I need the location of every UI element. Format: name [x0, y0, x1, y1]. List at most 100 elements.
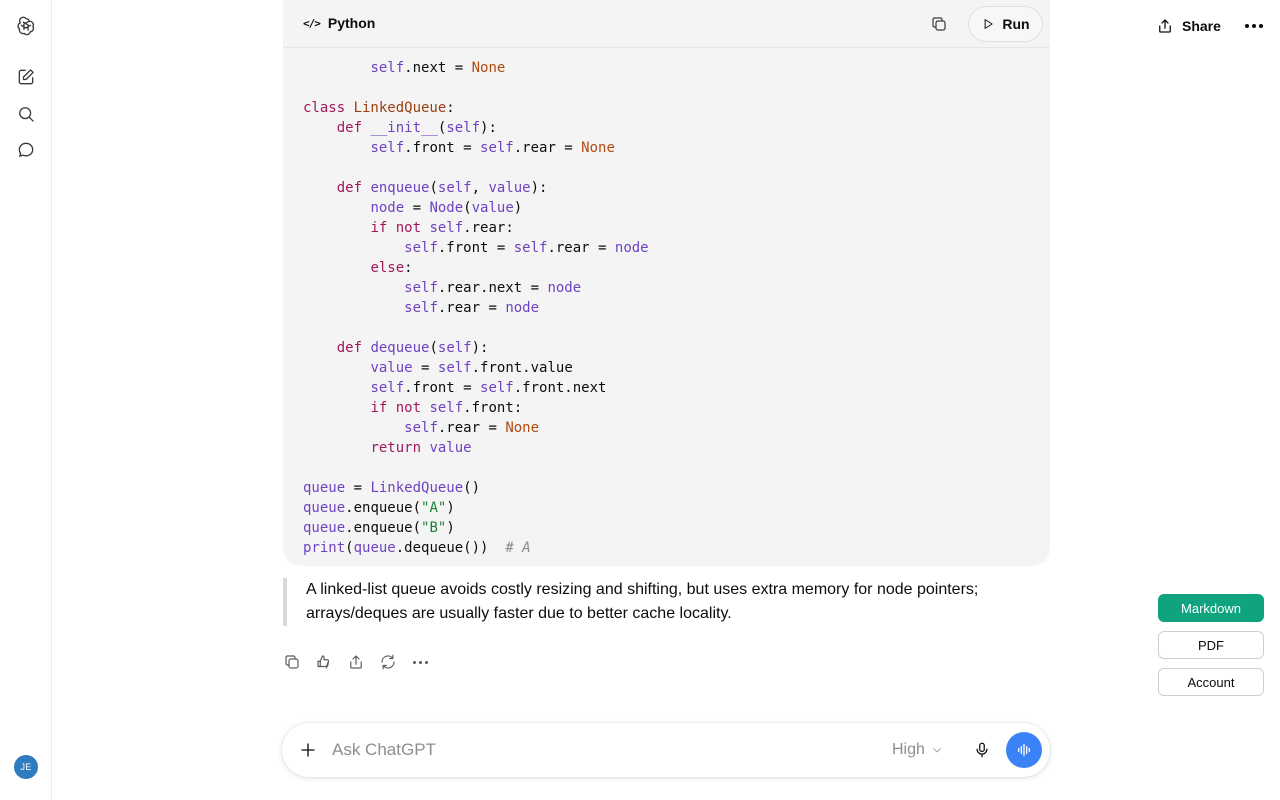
code-token: ):	[530, 180, 548, 196]
code-token: .front =	[437, 240, 514, 256]
code-token: (	[429, 340, 438, 356]
code-line: self.rear.next = node	[303, 278, 1043, 298]
code-token: self	[437, 180, 472, 196]
ellipsis-icon	[412, 660, 428, 664]
chats-icon[interactable]	[14, 138, 38, 162]
code-line: self.front = self.rear = None	[303, 138, 1043, 158]
code-line: if not self.front:	[303, 398, 1043, 418]
share-icon	[350, 655, 362, 669]
code-token: =	[412, 360, 438, 376]
code-content: self.next = None class LinkedQueue: def _…	[303, 38, 1043, 558]
copy-code-button[interactable]	[927, 12, 951, 36]
code-token: :	[404, 260, 413, 276]
code-token: .next	[404, 60, 455, 76]
code-token: (	[463, 200, 472, 216]
code-token: LinkedQueue	[370, 480, 464, 496]
new-chat-icon[interactable]	[14, 65, 38, 89]
composer: High	[282, 723, 1050, 777]
code-line: self.next = None	[303, 58, 1043, 78]
code-block-header: </> Python Run	[283, 0, 1050, 48]
code-token: value	[488, 180, 531, 196]
share-response-button[interactable]	[346, 652, 366, 672]
add-attachment-button[interactable]	[296, 738, 320, 762]
code-line: self.front = self.front.next	[303, 378, 1043, 398]
prompt-input[interactable]	[332, 738, 852, 762]
code-token: ,	[471, 180, 489, 196]
code-line: def __init__(self):	[303, 118, 1043, 138]
code-token: LinkedQueue	[353, 100, 447, 116]
play-icon	[984, 19, 993, 29]
code-line: class LinkedQueue:	[303, 98, 1043, 118]
copy-icon	[932, 17, 946, 31]
code-token: None	[471, 60, 506, 76]
reasoning-level-label: High	[892, 741, 925, 758]
more-actions-button[interactable]	[410, 652, 430, 672]
dictate-button[interactable]	[970, 738, 994, 762]
copy-response-button[interactable]	[282, 652, 302, 672]
run-button[interactable]: Run	[968, 6, 1043, 42]
search-icon[interactable]	[14, 102, 38, 126]
share-icon	[1159, 19, 1171, 33]
code-token: ()	[463, 480, 481, 496]
thumbs-icon	[317, 655, 330, 669]
code-token: if not	[370, 400, 430, 416]
code-block: self.next = None class LinkedQueue: def _…	[283, 0, 1050, 566]
code-token: self	[370, 140, 405, 156]
code-token: return	[370, 440, 430, 456]
code-token: self	[370, 380, 405, 396]
code-token: .rear:	[463, 220, 514, 236]
code-token: else	[370, 260, 405, 276]
share-button[interactable]: Share	[1148, 10, 1229, 42]
code-token: if not	[370, 220, 430, 236]
code-token: value	[471, 200, 514, 216]
code-icon: </>	[303, 16, 321, 30]
copy-icon	[285, 655, 299, 669]
export-pdf-button[interactable]: PDF	[1158, 631, 1264, 659]
code-token: self	[429, 400, 464, 416]
code-token: )	[446, 520, 455, 536]
openai-logo-icon[interactable]	[14, 14, 38, 38]
code-token: self	[404, 420, 438, 436]
code-token: self	[370, 60, 405, 76]
plus-icon	[301, 743, 315, 757]
account-button[interactable]: Account	[1158, 668, 1264, 696]
code-line: queue.enqueue("B")	[303, 518, 1043, 538]
code-token: def	[336, 340, 371, 356]
code-token: def	[336, 120, 371, 136]
code-line: print(queue.dequeue()) # A	[303, 538, 1043, 558]
voice-mode-button[interactable]	[1006, 732, 1042, 768]
code-token: self	[480, 380, 514, 396]
code-token: class	[303, 100, 354, 116]
avatar[interactable]: JE	[14, 755, 38, 779]
code-line: return value	[303, 438, 1043, 458]
sidebar-rail: JE	[0, 0, 52, 800]
code-token: self	[404, 280, 438, 296]
code-token: self	[404, 300, 438, 316]
code-token: queue	[353, 540, 396, 556]
code-token: .rear =	[513, 140, 582, 156]
export-markdown-button[interactable]: Markdown	[1158, 594, 1264, 622]
code-token: self	[437, 340, 472, 356]
more-options-button[interactable]	[1238, 10, 1270, 42]
code-token: "B"	[421, 520, 447, 536]
code-token: self	[480, 140, 514, 156]
regenerate-button[interactable]	[378, 652, 398, 672]
reasoning-level-select[interactable]: High	[892, 738, 943, 762]
code-line: def enqueue(self, value):	[303, 178, 1043, 198]
microphone-icon	[976, 742, 988, 758]
code-token: (	[345, 540, 354, 556]
feedback-button[interactable]	[314, 652, 334, 672]
code-token: (	[429, 180, 438, 196]
code-token: __init__	[370, 120, 438, 136]
code-token: None	[581, 140, 615, 156]
